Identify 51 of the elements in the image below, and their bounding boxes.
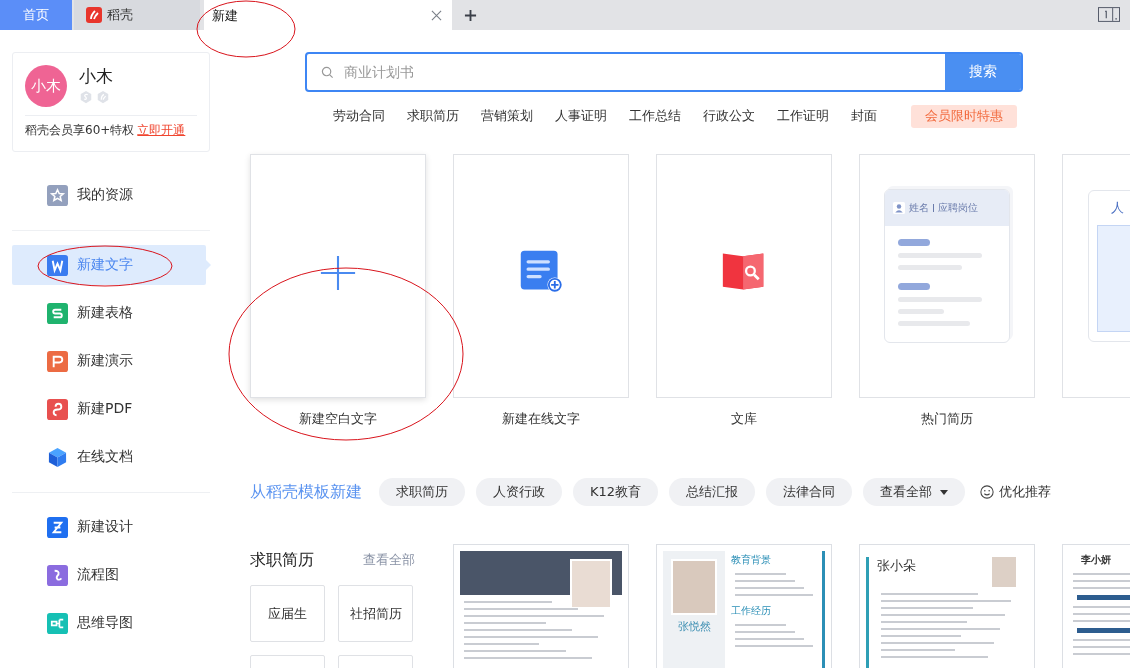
resume-thumbnail[interactable]: 李小妍 [1062, 544, 1130, 668]
card-label: 新建在线文字 [502, 410, 580, 428]
category-chip[interactable]: K12教育 [573, 478, 659, 506]
hot-search-link[interactable]: 人事证明 [555, 107, 607, 125]
card-label: 文库 [731, 410, 757, 428]
category-heading: 求职简历 [250, 550, 314, 571]
sidebar-item[interactable]: 在线文档 [12, 437, 206, 477]
template-card[interactable]: 姓名 应聘岗位 [859, 154, 1035, 398]
hot-search-link[interactable]: 求职简历 [407, 107, 459, 125]
resume-name: 张悦然 [677, 619, 711, 634]
resume-heading: 工作经历 [731, 605, 771, 616]
name-field-label: 姓名 [909, 201, 929, 215]
document-tab[interactable]: 新建 [204, 0, 452, 30]
sidebar-item[interactable]: 新建演示 [12, 341, 206, 381]
section-heading: 从稻壳模板新建 [250, 481, 362, 503]
tab-label: 新建 [212, 7, 238, 25]
template-card[interactable]: 人 [1062, 154, 1130, 398]
card-label: 新建空白文字 [299, 410, 377, 428]
category-chip[interactable]: 求职简历 [379, 478, 465, 506]
user-name: 小木 [79, 65, 113, 88]
resume-name: 张小朵 [877, 557, 916, 575]
resume-heading: 教育背景 [731, 554, 771, 565]
sidebar-item[interactable]: 新建表格 [12, 293, 206, 333]
hot-search-link[interactable]: 封面 [851, 107, 877, 125]
category-chip[interactable]: 总结汇报 [669, 478, 756, 506]
category-chip[interactable]: 法律合同 [766, 478, 853, 506]
hot-search-link[interactable]: 劳动合同 [333, 107, 385, 125]
resume-thumbnail[interactable]: 张小朵 [859, 544, 1035, 668]
activate-link[interactable]: 立即开通 [137, 122, 186, 139]
app-tab[interactable]: 稻壳 [74, 0, 200, 30]
card-label: 热门简历 [921, 410, 973, 428]
category-chip[interactable]: 人资行政 [476, 478, 562, 506]
sidebar-item[interactable]: 思维导图 [12, 603, 206, 643]
document-illustration: 人 [1088, 190, 1130, 342]
sidebar-item[interactable]: 新建设计 [12, 507, 206, 547]
recommend-link[interactable]: 优化推荐 [980, 483, 1052, 501]
sidebar-item[interactable]: 新建PDF [12, 389, 206, 429]
hot-search-link[interactable]: 工作证明 [777, 107, 829, 125]
tab-label: 稻壳 [107, 6, 133, 24]
category-chip[interactable]: 查看全部 [863, 478, 966, 506]
sidebar-item[interactable]: 我的资源 [12, 175, 206, 215]
hot-search-link[interactable]: 行政公文 [703, 107, 755, 125]
resume-thumbnail[interactable]: 张悦然 教育背景 工作经历 [656, 544, 832, 668]
resume-name: 李小妍 [1081, 554, 1111, 565]
hot-search-link[interactable]: 工作总结 [629, 107, 681, 125]
category-button[interactable]: 应届生 [250, 585, 325, 642]
category-button[interactable]: 社招简历 [338, 585, 413, 642]
member-promo-text: 稻壳会员享60+特权 [25, 122, 135, 139]
sidebar-item[interactable]: 流程图 [12, 555, 206, 595]
position-field-label: 应聘岗位 [938, 201, 978, 215]
hot-search-link[interactable]: 营销策划 [481, 107, 533, 125]
